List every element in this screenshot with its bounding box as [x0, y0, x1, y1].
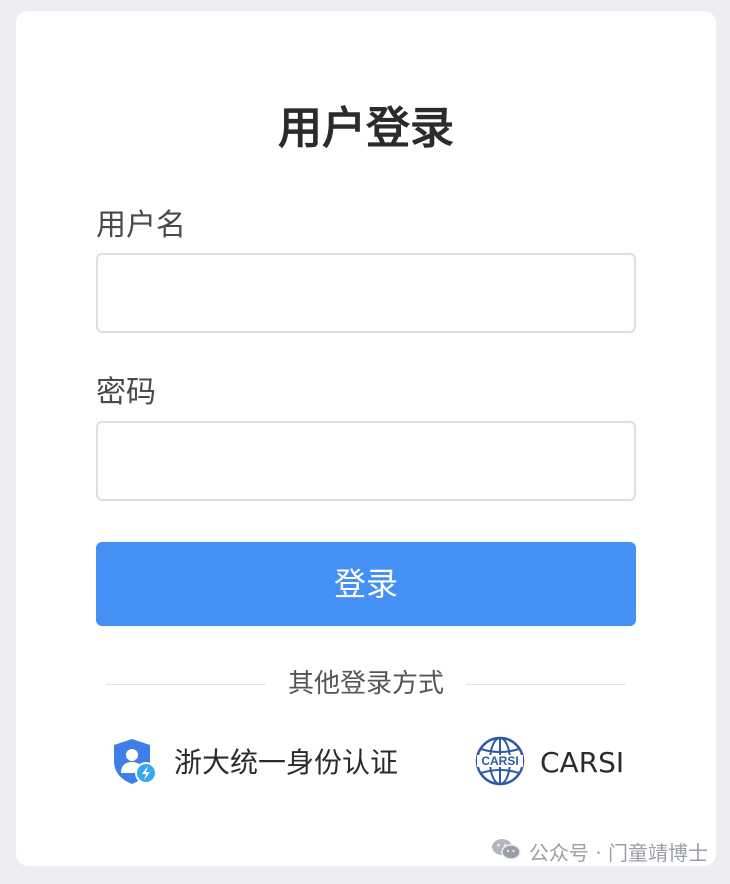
- login-card: 用户登录 用户名 密码 登录 其他登录方式 浙大统一身份认证 CARSI CAR…: [16, 11, 716, 866]
- carsi-login[interactable]: CARSI CARSI: [474, 735, 625, 791]
- wechat-icon: [491, 837, 521, 866]
- watermark: 公众号 · 门童靖博士: [491, 837, 708, 866]
- login-button[interactable]: 登录: [96, 542, 636, 626]
- watermark-text: 公众号 · 门童靖博士: [528, 841, 708, 865]
- carsi-label: CARSI: [540, 746, 625, 779]
- shield-user-icon: [108, 735, 160, 791]
- password-input[interactable]: [96, 421, 636, 501]
- username-label: 用户名: [96, 208, 186, 243]
- password-label: 密码: [96, 375, 156, 410]
- carsi-globe-icon: CARSI: [474, 735, 526, 791]
- zju-sso-label: 浙大统一身份认证: [174, 746, 399, 779]
- zju-sso-login[interactable]: 浙大统一身份认证: [108, 737, 398, 789]
- username-input[interactable]: [96, 253, 636, 333]
- page-title: 用户登录: [278, 103, 454, 154]
- divider-line-right: [466, 684, 626, 685]
- carsi-logo-text: CARSI: [481, 754, 518, 768]
- other-login-divider: 其他登录方式: [106, 666, 626, 702]
